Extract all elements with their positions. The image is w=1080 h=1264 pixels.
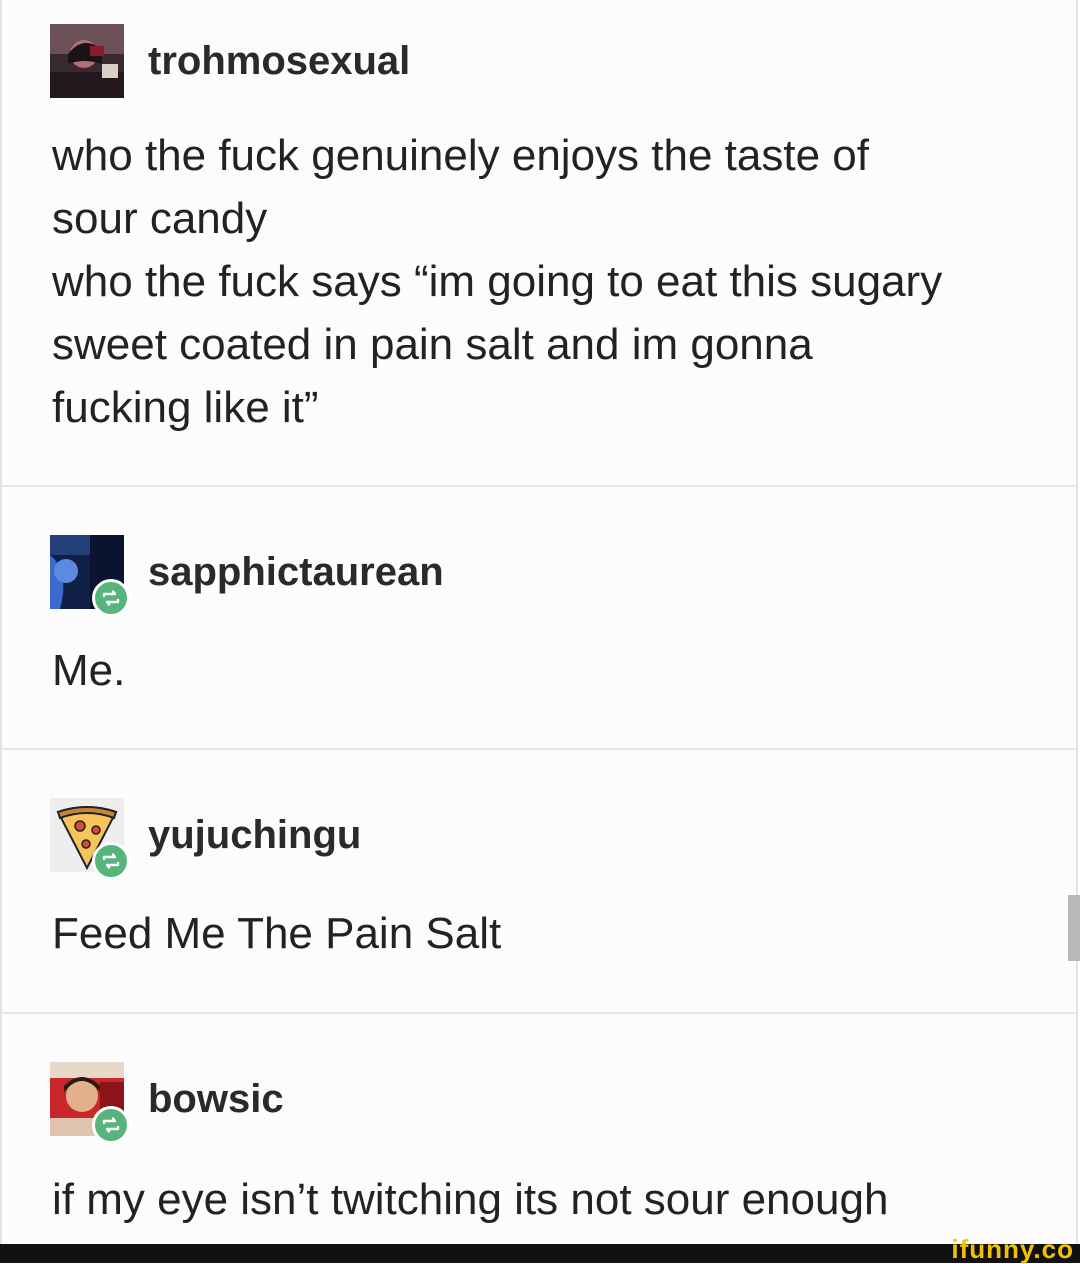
post-header: trohmosexual	[50, 24, 410, 98]
footer-bar	[0, 1244, 1080, 1263]
scrollbar-thumb[interactable]	[1068, 895, 1080, 961]
reblog-post: bowsic if my eye isn’t twitching its not…	[2, 1014, 1076, 1244]
avatar[interactable]	[50, 1062, 130, 1144]
reblog-icon	[92, 579, 130, 617]
avatar[interactable]	[50, 535, 130, 617]
watermark-logo: ifunny.co	[951, 1234, 1074, 1264]
avatar[interactable]	[50, 798, 130, 880]
post-header: sapphictaurean	[50, 535, 444, 617]
avatar[interactable]	[50, 24, 124, 98]
post-header: yujuchingu	[50, 798, 361, 880]
tumblr-post-card: trohmosexual who the fuck genuinely enjo…	[0, 0, 1078, 1244]
original-post: trohmosexual who the fuck genuinely enjo…	[2, 0, 1076, 486]
reblog-icon	[92, 842, 130, 880]
post-body: Feed Me The Pain Salt	[52, 909, 502, 958]
username[interactable]: sapphictaurean	[148, 552, 444, 592]
reblog-icon	[92, 1106, 130, 1144]
post-body: if my eye isn’t twitching its not sour e…	[52, 1175, 889, 1224]
reblog-post: sapphictaurean Me.	[2, 487, 1076, 749]
post-body: Me.	[52, 646, 126, 695]
username[interactable]: yujuchingu	[148, 815, 361, 855]
reblog-post: yujuchingu Feed Me The Pain Salt	[2, 750, 1076, 1012]
post-header: bowsic	[50, 1062, 284, 1144]
user-photo-avatar-icon	[50, 24, 124, 98]
username[interactable]: trohmosexual	[148, 41, 410, 81]
post-body: who the fuck genuinely enjoys the taste …	[52, 131, 943, 432]
username[interactable]: bowsic	[148, 1079, 284, 1119]
